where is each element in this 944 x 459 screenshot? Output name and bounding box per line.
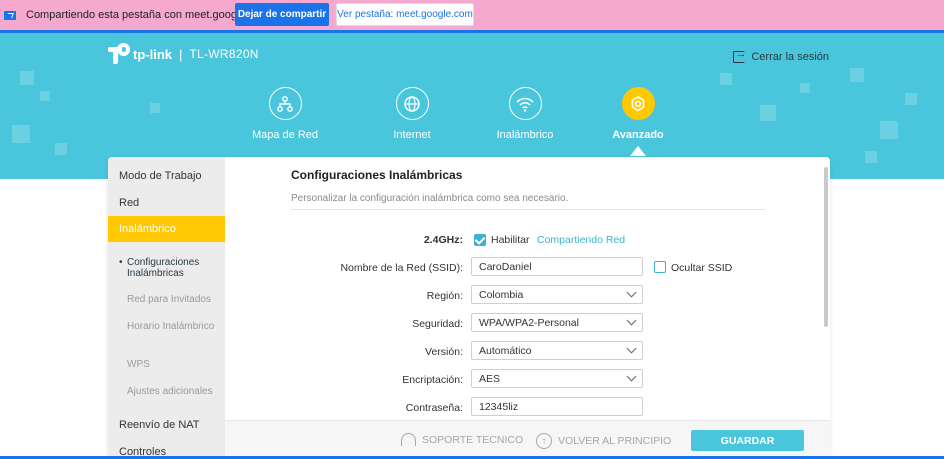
sidebar: Modo de Trabajo Red Inalámbrico Configur… — [108, 157, 225, 459]
arrow-up-icon: ↑ — [536, 433, 552, 449]
enable-checkbox[interactable] — [474, 234, 486, 246]
password-label: Contraseña: — [405, 402, 463, 414]
brand-separator: | — [179, 46, 183, 62]
brand-logo: tp-link | TL-WR820N — [108, 43, 259, 65]
sidebar-item-network[interactable]: Red — [108, 195, 225, 211]
sidebar-item-wireless[interactable]: Inalámbrico — [108, 216, 225, 242]
sidebar-subitem-wireless-schedule[interactable]: Horario Inalámbrico — [127, 321, 221, 332]
meet-share-message: Compartiendo esta pestaña con meet.googl… — [26, 9, 270, 21]
sidebar-subitem-guest-network[interactable]: Red para Invitados — [127, 294, 221, 305]
hide-ssid-label: Ocultar SSID — [671, 262, 733, 274]
brand-name: tp-link — [133, 46, 172, 62]
tplink-logo-icon — [108, 43, 130, 65]
encryption-label: Encriptación: — [402, 374, 463, 386]
nav-label: Internet — [393, 129, 431, 141]
logout-icon — [733, 48, 746, 63]
nav-internet[interactable]: Internet — [357, 87, 467, 141]
meet-share-bar: Compartiendo esta pestaña con meet.googl… — [0, 0, 944, 30]
nav-active-pointer — [630, 146, 646, 156]
headset-icon — [401, 433, 416, 446]
encryption-value: AES — [479, 372, 501, 385]
chevron-down-icon — [626, 371, 637, 382]
hide-ssid-checkbox[interactable] — [654, 261, 666, 273]
support-button[interactable]: SOPORTE TECNICO — [401, 433, 523, 446]
logout-button[interactable]: Cerrar la sesión — [733, 48, 829, 63]
stop-sharing-button[interactable]: Dejar de compartir — [235, 3, 329, 26]
sidebar-subitem-additional-settings[interactable]: Ajustes adicionales — [127, 386, 221, 397]
back-to-top-button[interactable]: ↑ VOLVER AL PRINCIPIO — [536, 433, 671, 449]
chevron-down-icon — [626, 315, 637, 326]
region-value: Colombia — [479, 288, 524, 301]
page-title: Configuraciones Inalámbricas — [291, 168, 463, 182]
nav-label: Avanzado — [612, 129, 664, 141]
nav-label: Inalámbrico — [496, 129, 554, 141]
main-content: Configuraciones Inalámbricas Personaliza… — [225, 157, 830, 459]
page-subtitle: Personalizar la configuración inalámbric… — [291, 193, 569, 204]
ssid-input[interactable]: CaroDaniel — [471, 257, 643, 276]
chevron-down-icon — [626, 343, 637, 354]
action-footer: SOPORTE TECNICO ↑ VOLVER AL PRINCIPIO GU… — [225, 420, 830, 459]
security-label: Seguridad: — [412, 318, 463, 330]
ssid-value: CaroDaniel — [479, 260, 532, 273]
network-sharing-link[interactable]: Compartiendo Red — [537, 234, 625, 246]
band-label: 2.4GHz: — [423, 234, 463, 246]
sidebar-subitem-wps[interactable]: WPS — [127, 359, 221, 370]
share-screen-icon — [4, 10, 16, 20]
sidebar-subitem-wireless-settings[interactable]: Configuraciones Inalámbricas — [119, 257, 221, 279]
content-scrollbar[interactable] — [824, 167, 828, 327]
globe-icon — [395, 87, 429, 120]
nav-network-map[interactable]: Mapa de Red — [230, 87, 340, 141]
password-value: 12345liz — [479, 400, 519, 413]
nav-wireless[interactable]: Inalámbrico — [470, 87, 580, 141]
version-value: Automático — [479, 344, 532, 357]
logout-label: Cerrar la sesión — [751, 51, 829, 63]
router-model: TL-WR820N — [189, 47, 259, 61]
view-tab-button[interactable]: Ver pestaña: meet.google.com — [336, 3, 474, 26]
ssid-label: Nombre de la Red (SSID): — [340, 262, 463, 274]
password-input[interactable]: 12345liz — [471, 397, 643, 416]
nav-advanced[interactable]: Avanzado — [583, 87, 693, 141]
back-to-top-label: VOLVER AL PRINCIPIO — [558, 435, 672, 447]
version-select[interactable]: Automático — [471, 341, 643, 360]
save-button[interactable]: GUARDAR — [691, 430, 804, 451]
gear-icon — [621, 87, 655, 120]
sidebar-item-nat-forwarding[interactable]: Reenvío de NAT — [108, 417, 225, 433]
security-select[interactable]: WPA/WPA2-Personal — [471, 313, 643, 332]
settings-card: Modo de Trabajo Red Inalámbrico Configur… — [108, 157, 830, 459]
version-label: Versión: — [425, 346, 463, 358]
network-map-icon — [268, 87, 302, 120]
nav-label: Mapa de Red — [251, 129, 319, 141]
wifi-icon — [508, 87, 542, 120]
region-select[interactable]: Colombia — [471, 285, 643, 304]
sidebar-item-operation-mode[interactable]: Modo de Trabajo — [108, 168, 225, 184]
title-divider — [291, 209, 765, 210]
encryption-select[interactable]: AES — [471, 369, 643, 388]
security-value: WPA/WPA2-Personal — [479, 316, 579, 329]
region-label: Región: — [426, 290, 463, 302]
chevron-down-icon — [626, 287, 637, 298]
support-label: SOPORTE TECNICO — [422, 433, 524, 446]
enable-label: Habilitar — [491, 234, 530, 246]
